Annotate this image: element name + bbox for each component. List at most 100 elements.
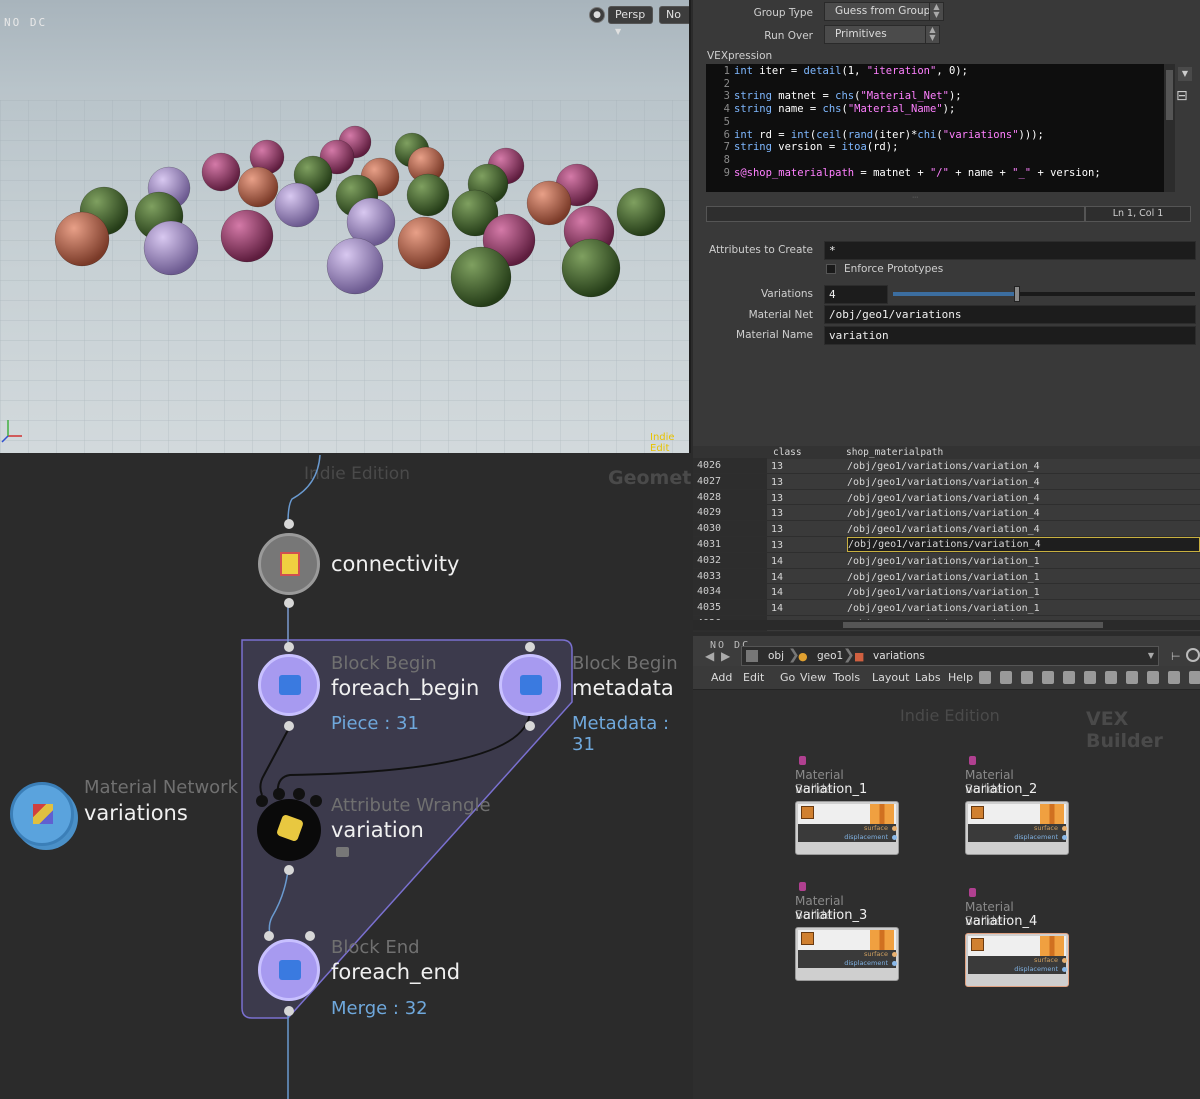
run-over-dropdown[interactable]: Primitives ▲ ▼ (824, 25, 940, 44)
builder-tile[interactable]: surface displacement (795, 801, 899, 855)
material-network-name[interactable]: variations (84, 801, 188, 825)
pin-icon[interactable]: ⊢ (1171, 650, 1181, 663)
output-port[interactable] (525, 721, 535, 731)
input-port[interactable] (293, 788, 305, 800)
input-port[interactable] (525, 642, 535, 652)
input-port[interactable] (284, 519, 294, 529)
menu-help[interactable]: Help (948, 671, 973, 684)
builder-name[interactable]: variation_4 (965, 914, 1037, 929)
chevron-down-icon[interactable]: ▼ (1148, 651, 1154, 660)
class-cell[interactable]: 13 (771, 474, 783, 491)
grid-icon[interactable] (1063, 671, 1075, 684)
lock-icon[interactable]: ● (589, 7, 605, 23)
table-row[interactable]: 4027 13/obj/geo1/variations/variation_4 (693, 473, 1200, 491)
code-line[interactable]: int iter = detail(1, "iteration", 0); (734, 65, 968, 77)
output-port[interactable] (284, 865, 294, 875)
input-port[interactable] (310, 795, 322, 807)
geometry-network-editor[interactable]: Indie Edition Geometr connectivity Block… (0, 455, 691, 1099)
code-line[interactable]: string name = chs("Material_Name"); (734, 103, 955, 115)
class-cell[interactable]: 14 (771, 553, 783, 570)
code-line[interactable]: int rd = int(ceil(rand(iter)*chi("variat… (734, 129, 1044, 141)
enforce-prototypes-checkbox[interactable] (826, 264, 836, 274)
class-cell[interactable]: 13 (771, 458, 783, 475)
list-icon[interactable] (1000, 671, 1012, 684)
path-cell[interactable]: /obj/geo1/variations/variation_4 (847, 458, 1200, 475)
input-port[interactable] (256, 795, 268, 807)
output-port[interactable] (1062, 835, 1067, 840)
metadata-node[interactable] (499, 654, 561, 716)
menu-tools[interactable]: Tools (833, 671, 860, 684)
surface-output[interactable]: surface (864, 950, 888, 958)
surface-output[interactable]: surface (1034, 824, 1058, 832)
connectivity-node[interactable] (258, 533, 320, 595)
class-cell[interactable]: 14 (771, 600, 783, 617)
col-path-header[interactable]: shop_materialpath (846, 447, 943, 458)
menu-add[interactable]: Add (711, 671, 732, 684)
camera-menu[interactable]: Persp ▼ (608, 6, 653, 36)
input-port[interactable] (273, 788, 285, 800)
builder-name[interactable]: variation_3 (795, 908, 867, 923)
box-icon[interactable] (1168, 671, 1180, 684)
menu-labs[interactable]: Labs (915, 671, 941, 684)
attributes-field[interactable]: * (824, 241, 1196, 260)
connectivity-name[interactable]: connectivity (331, 552, 459, 576)
image-icon[interactable] (1126, 671, 1138, 684)
builder-tile[interactable]: surface displacement (965, 933, 1069, 987)
table-row[interactable]: 4026 13/obj/geo1/variations/variation_4 (693, 458, 1200, 474)
builder-name[interactable]: variation_2 (965, 782, 1037, 797)
vex-code-editor[interactable]: 1 int iter = detail(1, "iteration", 0); 2 3… (706, 64, 1164, 192)
variations-slider[interactable] (893, 286, 1195, 302)
vex-snippet-icon[interactable]: ⊟ (1176, 88, 1188, 104)
path-obj[interactable]: obj (768, 650, 784, 662)
foreach-end-name[interactable]: foreach_end (331, 960, 460, 984)
attribute-wrangle-node[interactable] (257, 799, 321, 861)
image-icon[interactable] (1147, 671, 1159, 684)
search-icon[interactable] (1189, 671, 1200, 684)
output-port[interactable] (892, 952, 897, 957)
path-cell[interactable]: /obj/geo1/variations/variation_4 (847, 521, 1200, 538)
code-scrollbar[interactable] (1164, 64, 1175, 192)
slider-handle[interactable] (1013, 286, 1020, 302)
code-resize-handle[interactable]: ⋯ (912, 194, 922, 202)
material-name-field[interactable]: variation (824, 326, 1196, 345)
path-cell[interactable]: /obj/geo1/variations/variation_1 (847, 600, 1200, 617)
input-port[interactable] (284, 642, 294, 652)
path-variations[interactable]: variations (873, 650, 925, 662)
output-port[interactable] (892, 835, 897, 840)
path-cell[interactable]: /obj/geo1/variations/variation_1 (847, 584, 1200, 601)
forward-icon[interactable]: ▶ (721, 649, 730, 663)
code-line[interactable]: s@shop_materialpath = matnet + "/" + nam… (734, 167, 1101, 179)
input-port[interactable] (264, 931, 274, 941)
path-geo1[interactable]: geo1 (817, 650, 843, 662)
link-icon[interactable] (1186, 648, 1200, 662)
class-cell[interactable]: 14 (771, 569, 783, 586)
wrench-icon[interactable] (979, 671, 991, 684)
code-line[interactable]: string version = itoa(rd); (734, 141, 898, 153)
path-cell[interactable]: /obj/geo1/variations/variation_4 (847, 505, 1200, 522)
table-row[interactable]: 4028 13/obj/geo1/variations/variation_4 (693, 489, 1200, 507)
foreach-end-node[interactable] (258, 939, 320, 1001)
table-row[interactable]: 4030 13/obj/geo1/variations/variation_4 (693, 521, 1200, 537)
class-cell[interactable]: 13 (771, 537, 783, 554)
displacement-output[interactable]: displacement (844, 833, 888, 841)
path-cell[interactable]: /obj/geo1/variations/variation_1 (847, 569, 1200, 586)
spreadsheet-hscroll[interactable] (693, 620, 1200, 630)
output-port[interactable] (1062, 958, 1067, 963)
class-cell[interactable]: 13 (771, 505, 783, 522)
output-port[interactable] (1062, 826, 1067, 831)
note-icon[interactable] (1105, 671, 1117, 684)
foreach-begin-node[interactable] (258, 654, 320, 716)
input-port[interactable] (305, 931, 315, 941)
menu-go[interactable]: Go (780, 671, 795, 684)
output-port[interactable] (284, 1006, 294, 1016)
table-row[interactable]: 4032 14/obj/geo1/variations/variation_1 (693, 552, 1200, 570)
path-cell[interactable]: /obj/geo1/variations/variation_4 (847, 490, 1200, 507)
table-row[interactable]: 4031 13/obj/geo1/variations/variation_4 (693, 537, 1200, 553)
class-cell[interactable]: 14 (771, 584, 783, 601)
variations-field[interactable]: 4 (824, 285, 888, 304)
lock-icon[interactable] (336, 847, 349, 857)
builder-tile[interactable]: surface displacement (795, 927, 899, 981)
col-class-header[interactable]: class (773, 447, 802, 458)
table-icon[interactable] (1021, 671, 1033, 684)
expand-icon[interactable]: ▼ (1178, 67, 1192, 81)
